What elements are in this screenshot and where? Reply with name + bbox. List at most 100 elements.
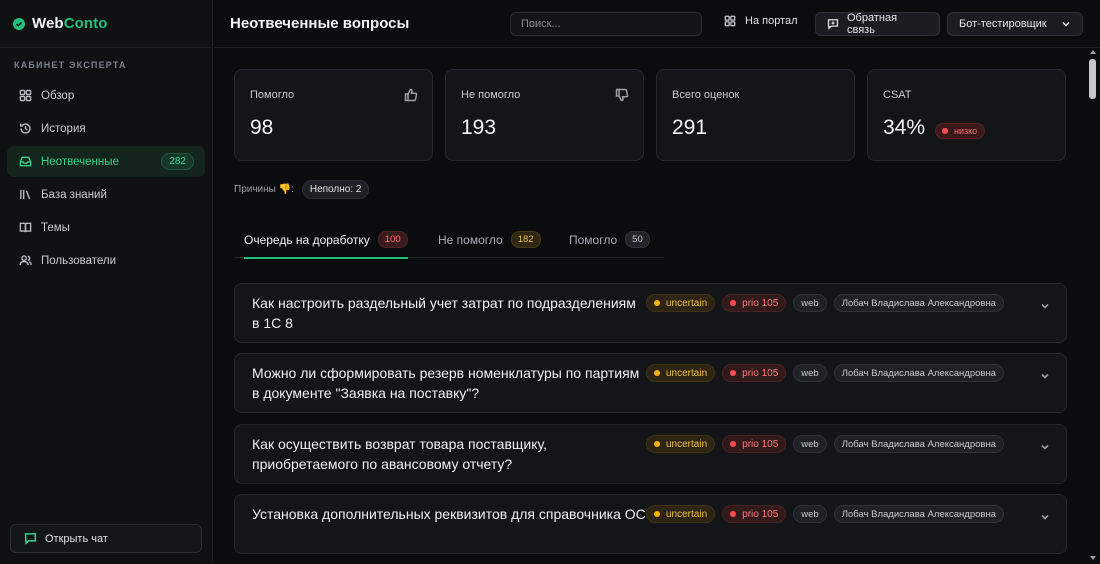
feedback-button-label: Обратная связь (847, 12, 898, 36)
scrollbar-thumb[interactable] (1089, 59, 1096, 99)
status-dot-icon (654, 441, 660, 447)
question-card[interactable]: Как настроить раздельный учет затрат по … (234, 283, 1067, 343)
portal-link[interactable]: На портал (724, 15, 798, 27)
question-card[interactable]: Установка дополнительных реквизитов для … (234, 494, 1067, 554)
priority-tag: prio 105 (722, 435, 787, 453)
message-square-icon (827, 19, 839, 30)
stat-label: CSAT (883, 89, 912, 101)
chevron-down-icon (1062, 21, 1070, 27)
tab-count-badge: 100 (377, 231, 408, 248)
bot-select-dropdown[interactable]: Бот-тестировщик (947, 12, 1083, 36)
portal-link-label: На портал (745, 15, 798, 27)
channel-tag: web (793, 435, 827, 453)
question-title: Как настроить раздельный учет затрат по … (252, 295, 636, 331)
user-tag: Лобач Владислава Александровна (833, 435, 1004, 453)
scroll-down-arrow-icon[interactable] (1090, 556, 1096, 560)
sidebar-item-label: Пользователи (41, 254, 117, 267)
tabs-bar: Очередь на доработку 100 Не помогло 182 … (234, 221, 664, 259)
tab-label: Не помогло (438, 232, 503, 247)
priority-tag: prio 105 (722, 505, 787, 523)
priority-dot-icon (730, 441, 737, 447)
user-tag: Лобач Владислава Александровна (833, 364, 1004, 382)
question-tags: uncertain prio 105 web Лобач Владислава … (646, 505, 1004, 523)
sidebar-item-unanswered[interactable]: Неотвеченные 282 (7, 146, 205, 177)
tab-label: Очередь на доработку (244, 232, 370, 247)
tab-helped[interactable]: Помогло 50 (569, 221, 650, 258)
stat-label: Помогло (250, 89, 295, 101)
sidebar: WebConto КАБИНЕТ ЭКСПЕРТА Обзор История … (0, 0, 213, 564)
open-chat-button[interactable]: Открыть чат (10, 524, 202, 553)
thumbs-down-icon (615, 88, 629, 107)
priority-dot-icon (730, 370, 737, 376)
stat-value: 98 (250, 116, 274, 139)
question-tags: uncertain prio 105 web Лобач Владислава … (646, 294, 1004, 312)
channel-tag: web (793, 294, 827, 312)
tab-count-badge: 182 (510, 231, 541, 248)
inbox-icon (18, 155, 32, 169)
sidebar-item-history[interactable]: История (7, 113, 205, 144)
page-title: Неотвеченные вопросы (230, 15, 410, 32)
channel-tag: web (793, 505, 827, 523)
history-icon (18, 122, 32, 136)
sidebar-section-label: КАБИНЕТ ЭКСПЕРТА (14, 60, 127, 70)
stat-value: 34% (883, 116, 926, 139)
stat-card-not-helped: Не помогло 193 (445, 69, 644, 161)
status-tag: uncertain (646, 294, 716, 312)
thumbs-up-icon (404, 88, 418, 107)
status-tag: uncertain (646, 505, 716, 523)
status-dot-icon (654, 370, 660, 376)
priority-dot-icon (730, 300, 737, 306)
status-badge: низко (935, 123, 986, 139)
sidebar-item-overview[interactable]: Обзор (7, 80, 205, 111)
sidebar-item-label: История (41, 122, 86, 135)
priority-tag: prio 105 (722, 294, 787, 312)
user-tag: Лобач Владислава Александровна (833, 505, 1004, 523)
tab-not-helped[interactable]: Не помогло 182 (438, 221, 541, 258)
stat-label: Не помогло (461, 89, 521, 101)
search-input[interactable] (510, 12, 702, 36)
scroll-up-arrow-icon[interactable] (1090, 50, 1096, 54)
chevron-down-icon[interactable] (1040, 298, 1050, 316)
sidebar-item-label: База знаний (41, 188, 107, 201)
sidebar-item-label: Темы (41, 221, 70, 234)
grid-icon (18, 89, 32, 103)
brand-name: WebConto (32, 15, 108, 32)
top-header: Неотвеченные вопросы На портал Обратная … (214, 0, 1100, 48)
stat-value: 291 (672, 116, 708, 139)
user-tag: Лобач Владислава Александровна (833, 294, 1004, 312)
question-card[interactable]: Как осуществить возврат товара поставщик… (234, 424, 1067, 484)
feedback-button[interactable]: Обратная связь (815, 12, 940, 36)
sidebar-item-users[interactable]: Пользователи (7, 245, 205, 276)
reasons-row: Причины 👎: Неполно: 2 (234, 180, 370, 199)
chat-icon (24, 533, 37, 545)
status-tag: uncertain (646, 435, 716, 453)
question-card[interactable]: Можно ли сформировать резерв номенклатур… (234, 353, 1067, 413)
library-icon (18, 188, 32, 202)
sidebar-item-knowledge-base[interactable]: База знаний (7, 179, 205, 210)
grid-icon (724, 15, 736, 27)
status-tag: uncertain (646, 364, 716, 382)
chevron-down-icon[interactable] (1040, 439, 1050, 457)
question-tags: uncertain prio 105 web Лобач Владислава … (646, 364, 1004, 382)
status-dot-icon (654, 511, 660, 517)
question-title: Установка дополнительных реквизитов для … (252, 506, 646, 522)
tab-label: Помогло (569, 232, 618, 247)
tab-queue[interactable]: Очередь на доработку 100 (244, 221, 408, 259)
priority-dot-icon (730, 511, 737, 517)
stat-card-helped: Помогло 98 (234, 69, 433, 161)
brand[interactable]: WebConto (0, 0, 212, 48)
logo-check-icon (13, 17, 25, 30)
question-tags: uncertain prio 105 web Лобач Владислава … (646, 435, 1004, 453)
tab-count-badge: 50 (625, 231, 650, 248)
chevron-down-icon[interactable] (1040, 509, 1050, 527)
question-title: Как осуществить возврат товара поставщик… (252, 436, 548, 472)
sidebar-item-label: Неотвеченные (41, 155, 119, 168)
sidebar-item-topics[interactable]: Темы (7, 212, 205, 243)
chevron-down-icon[interactable] (1040, 368, 1050, 386)
reason-chip[interactable]: Неполно: 2 (301, 180, 370, 199)
sidebar-nav: Обзор История Неотвеченные 282 База знан… (0, 80, 212, 276)
stat-label: Всего оценок (672, 89, 740, 101)
unanswered-count-badge: 282 (161, 153, 194, 170)
priority-tag: prio 105 (722, 364, 787, 382)
book-icon (18, 221, 32, 235)
